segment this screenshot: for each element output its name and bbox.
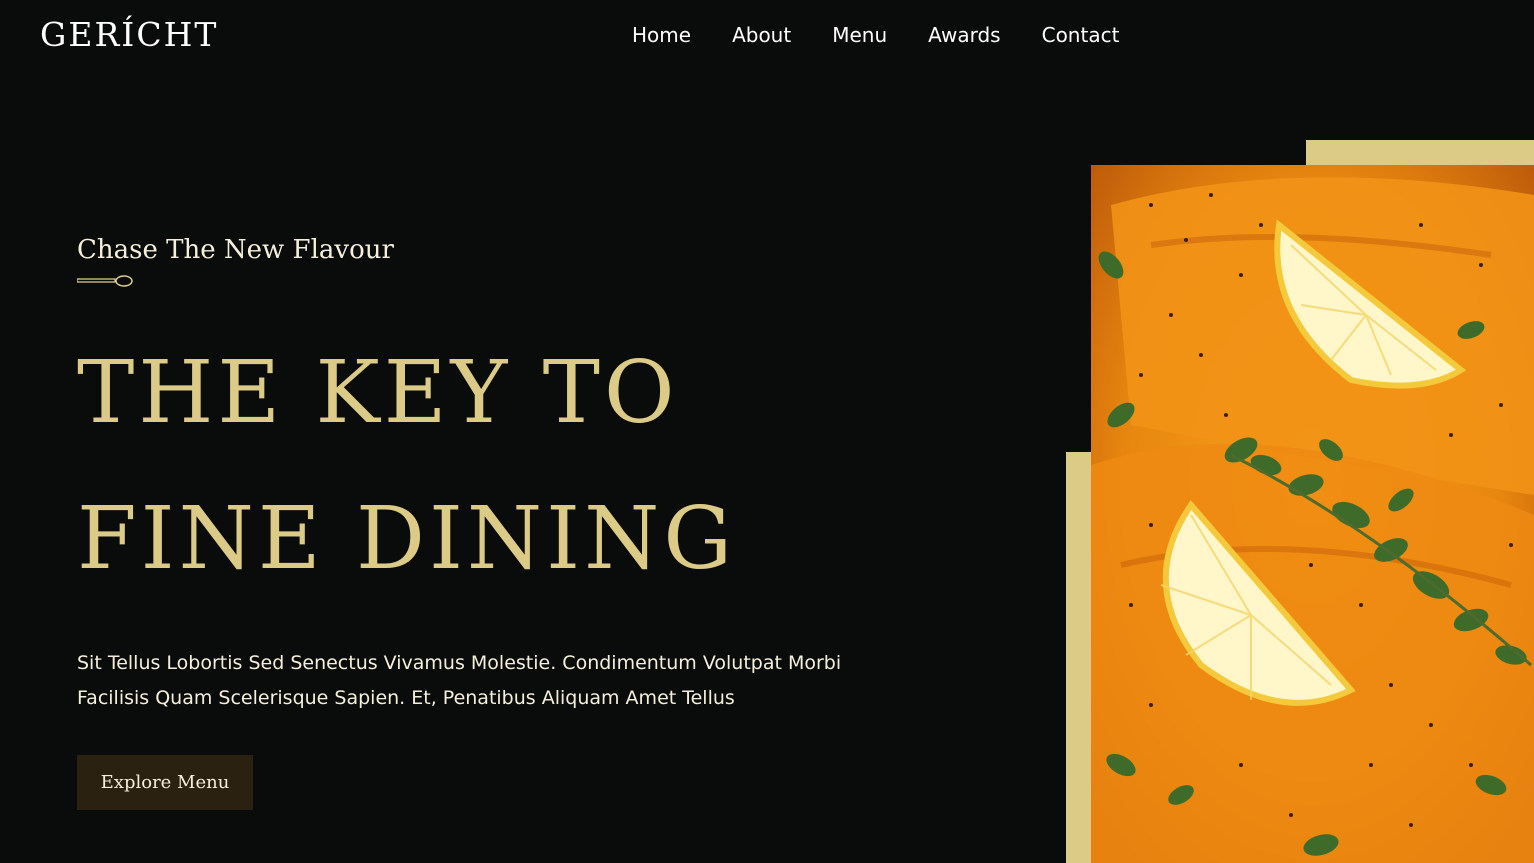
hero-subtitle: Chase The New Flavour: [77, 235, 394, 265]
nav-home[interactable]: Home: [632, 20, 691, 50]
hero-food-image: [1091, 165, 1534, 863]
spoon-icon: [77, 275, 133, 287]
nav-awards[interactable]: Awards: [928, 20, 1000, 50]
nav-menu[interactable]: Menu: [832, 20, 887, 50]
hero-headline-line-2: FINE DINING: [77, 489, 737, 589]
logo[interactable]: GERÍCHT: [40, 14, 218, 56]
nav-contact[interactable]: Contact: [1042, 20, 1120, 50]
decorative-gold-bar-left: [1066, 452, 1092, 863]
decorative-gold-bar-top: [1306, 140, 1534, 166]
hero-description: Sit Tellus Lobortis Sed Senectus Vivamus…: [77, 652, 842, 709]
hero-headline: THE KEY TO FINE DINING: [77, 320, 736, 612]
nav-about[interactable]: About: [732, 20, 791, 50]
explore-menu-button[interactable]: Explore Menu: [77, 755, 253, 810]
hero-headline-line-1: THE KEY TO: [77, 343, 679, 443]
main-nav: Home About Menu Awards Contact: [632, 20, 1119, 50]
